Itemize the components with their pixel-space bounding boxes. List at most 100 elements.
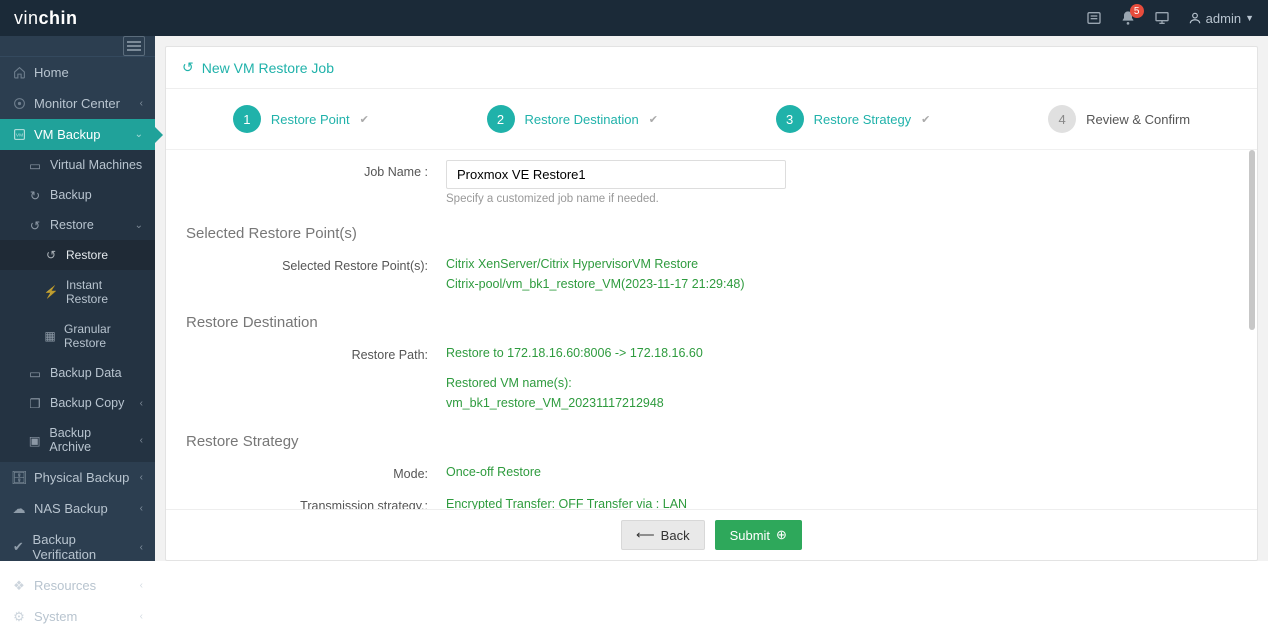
chevron-icon: ‹	[140, 435, 143, 446]
sidebar-item-vm-backup[interactable]: VM VM Backup ⌄	[0, 119, 155, 150]
instant-restore-icon: ⚡	[44, 285, 58, 299]
scrollbar[interactable]	[1249, 150, 1255, 509]
scrollbar-thumb[interactable]	[1249, 150, 1255, 330]
step-label: Review & Confirm	[1086, 112, 1190, 127]
sidebar-item-label: Physical Backup	[34, 470, 129, 485]
transmission-label: Transmission strategy.:	[186, 494, 446, 509]
job-name-hint: Specify a customized job name if needed.	[446, 193, 1237, 205]
sidebar-item-label: Restore	[66, 248, 108, 262]
sidebar-item-granular-restore[interactable]: ▦ Granular Restore	[0, 314, 155, 358]
sidebar-item-label: System	[34, 609, 77, 624]
brand-logo: vinchin	[14, 8, 78, 29]
restore-point-line2: Citrix-pool/vm_bk1_restore_VM(2023-11-17…	[446, 274, 1237, 294]
step-number: 4	[1048, 105, 1076, 133]
arrow-left-icon: ⟵	[636, 527, 655, 543]
verification-icon: ✔	[12, 540, 25, 554]
bell-icon[interactable]: 5	[1120, 10, 1136, 26]
row-mode: Mode: Once-off Restore	[186, 456, 1237, 488]
sidebar-item-label: VM Backup	[34, 127, 100, 142]
restore-title-icon: ↺	[182, 59, 194, 76]
panel-title: ↺ New VM Restore Job	[166, 47, 1257, 89]
page-title: New VM Restore Job	[202, 60, 334, 76]
form-body[interactable]: Job Name : Specify a customized job name…	[166, 150, 1257, 509]
svg-text:VM: VM	[15, 133, 22, 139]
sidebar-item-resources[interactable]: ❖ Resources ‹	[0, 570, 155, 601]
step-number: 1	[233, 105, 261, 133]
chevron-icon: ‹	[140, 398, 143, 409]
section-restore-points: Selected Restore Point(s)	[186, 225, 1237, 242]
submit-label: Submit	[730, 528, 770, 543]
chevron-icon: ‹	[140, 580, 143, 591]
granular-restore-icon: ▦	[44, 329, 56, 343]
restore-point-line1: Citrix XenServer/Citrix HypervisorVM Res…	[446, 254, 1237, 274]
step-label: Restore Strategy	[814, 112, 912, 127]
backup-icon: ↻	[28, 188, 42, 202]
data-icon: ▭	[28, 366, 42, 380]
gear-icon: ⚙	[12, 610, 26, 624]
sidebar-item-restore-sub[interactable]: ↺ Restore	[0, 240, 155, 270]
sidebar-item-label: Backup Archive	[49, 426, 131, 454]
chevron-down-icon: ▼	[1245, 13, 1254, 23]
sidebar-item-backup-copy[interactable]: ❐ Backup Copy ‹	[0, 388, 155, 418]
sidebar-item-instant-restore[interactable]: ⚡ Instant Restore	[0, 270, 155, 314]
back-button[interactable]: ⟵ Back	[621, 520, 705, 550]
step-restore-point[interactable]: 1 Restore Point ✔	[233, 105, 369, 133]
step-number: 3	[776, 105, 804, 133]
step-label: Restore Destination	[525, 112, 639, 127]
check-icon: ✔	[649, 113, 658, 126]
sidebar-item-label: Restore	[50, 218, 94, 232]
job-name-input[interactable]	[446, 160, 786, 189]
check-icon: ✔	[360, 113, 369, 126]
sidebar: Home Monitor Center ‹ VM VM Backup ⌄ ▭ V…	[0, 36, 155, 561]
sidebar-item-backup[interactable]: ↻ Backup	[0, 180, 155, 210]
brand-text-1: vin	[14, 8, 39, 28]
top-header: vinchin 5 admin ▼	[0, 0, 1268, 36]
user-icon	[1188, 11, 1202, 25]
restore-icon: ↺	[28, 218, 42, 232]
chevron-icon: ‹	[140, 98, 143, 109]
restore-icon: ↺	[44, 248, 58, 262]
sidebar-item-restore[interactable]: ↺ Restore ⌄	[0, 210, 155, 240]
section-restore-strategy: Restore Strategy	[186, 433, 1237, 450]
header-right: 5 admin ▼	[1086, 10, 1254, 26]
chevron-icon: ‹	[140, 542, 143, 553]
step-number: 2	[487, 105, 515, 133]
monitor-icon[interactable]	[1154, 10, 1170, 26]
brand-text-2: chin	[39, 8, 78, 28]
archive-icon: ▣	[28, 433, 41, 447]
sidebar-item-monitor[interactable]: Monitor Center ‹	[0, 88, 155, 119]
chevron-icon: ‹	[140, 503, 143, 514]
step-restore-strategy[interactable]: 3 Restore Strategy ✔	[776, 105, 931, 133]
resources-icon: ❖	[12, 579, 26, 593]
user-menu[interactable]: admin ▼	[1188, 11, 1254, 26]
log-icon[interactable]	[1086, 10, 1102, 26]
sidebar-item-nas-backup[interactable]: ☁ NAS Backup ‹	[0, 493, 155, 524]
check-circle-icon: ⊕	[776, 527, 787, 543]
submit-button[interactable]: Submit ⊕	[715, 520, 802, 550]
row-job-name: Job Name : Specify a customized job name…	[186, 154, 1237, 211]
sidebar-item-virtual-machines[interactable]: ▭ Virtual Machines	[0, 150, 155, 180]
layout: Home Monitor Center ‹ VM VM Backup ⌄ ▭ V…	[0, 36, 1268, 561]
copy-icon: ❐	[28, 396, 42, 410]
sidebar-toggle[interactable]	[0, 36, 155, 57]
username-label: admin	[1206, 11, 1241, 26]
notification-badge: 5	[1130, 4, 1144, 18]
home-icon	[12, 66, 26, 80]
sidebar-item-label: Backup Copy	[50, 396, 124, 410]
step-review-confirm[interactable]: 4 Review & Confirm	[1048, 105, 1190, 133]
sidebar-item-backup-verification[interactable]: ✔ Backup Verification ‹	[0, 524, 155, 570]
panel: ↺ New VM Restore Job 1 Restore Point ✔ 2…	[165, 46, 1258, 561]
sidebar-item-backup-archive[interactable]: ▣ Backup Archive ‹	[0, 418, 155, 462]
sidebar-item-physical-backup[interactable]: 🗄 Physical Backup ‹	[0, 462, 155, 493]
sidebar-item-system[interactable]: ⚙ System ‹	[0, 601, 155, 632]
sidebar-item-label: Home	[34, 65, 69, 80]
sidebar-item-home[interactable]: Home	[0, 57, 155, 88]
content: ↺ New VM Restore Job 1 Restore Point ✔ 2…	[155, 36, 1268, 561]
sidebar-item-backup-data[interactable]: ▭ Backup Data	[0, 358, 155, 388]
check-icon: ✔	[921, 113, 930, 126]
sidebar-item-label: NAS Backup	[34, 501, 108, 516]
monitor-center-icon	[12, 97, 26, 111]
step-restore-destination[interactable]: 2 Restore Destination ✔	[487, 105, 658, 133]
mode-label: Mode:	[186, 462, 446, 481]
sidebar-item-label: Resources	[34, 578, 96, 593]
